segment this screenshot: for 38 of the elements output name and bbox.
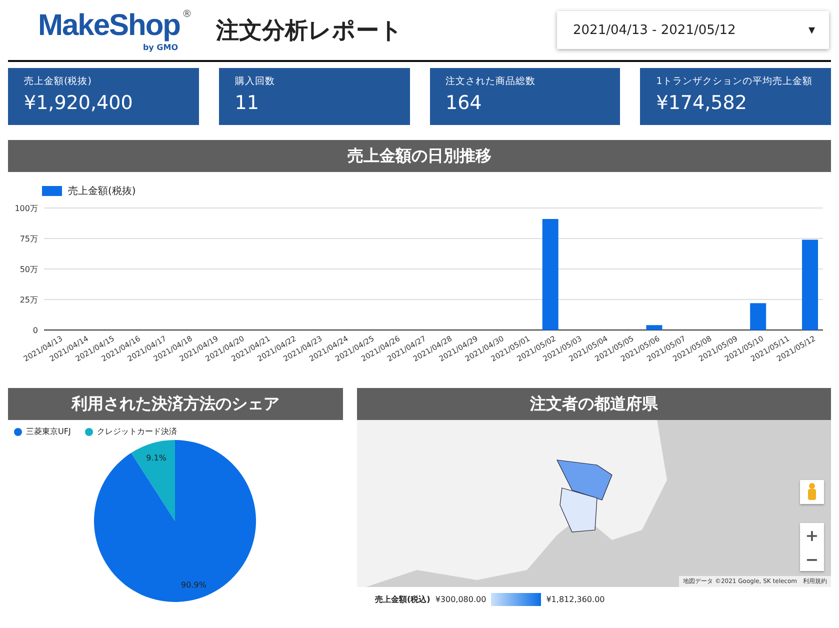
legend-label: 売上金額(税抜) <box>68 184 136 198</box>
kpi-label: 注文された商品総数 <box>446 75 536 88</box>
person-icon[interactable] <box>800 480 824 504</box>
kpi-label: 売上金額(税抜) <box>24 75 92 88</box>
legend-dot <box>14 428 22 436</box>
kpi-value: 164 <box>446 92 483 114</box>
date-range-dropdown[interactable]: 2021/04/13 - 2021/05/12 ▾ <box>557 11 829 49</box>
axis-tick-label: 25万 <box>20 296 38 304</box>
legend-label: 売上金額(税込) <box>375 594 430 605</box>
section-title: 売上金額の日別推移 <box>8 140 831 172</box>
bar <box>646 325 662 330</box>
kpi-label: 1トランザクションの平均売上金額 <box>656 75 814 88</box>
zoom-out-button[interactable]: − <box>800 547 824 571</box>
slice-label: 9.1% <box>146 453 166 462</box>
bar <box>750 303 766 330</box>
zoom-in-button[interactable]: + <box>800 523 824 547</box>
registered-mark: ® <box>182 8 192 20</box>
axis-tick-label: 100万 <box>14 204 38 213</box>
kpi-label: 購入回数 <box>234 75 276 88</box>
axis-tick-label: 0 <box>32 326 38 335</box>
legend-min: ¥300,080.00 <box>435 595 486 604</box>
gradient-scale <box>491 593 542 606</box>
logo-byline: by GMO <box>142 42 178 52</box>
kpi-value: 11 <box>234 92 260 114</box>
legend-swatch <box>42 186 62 196</box>
axis-tick-label: 75万 <box>20 234 38 244</box>
report-title: 注文分析レポート <box>216 16 404 46</box>
kpi-value: ¥174,582 <box>656 92 748 114</box>
legend-label: クレジットカード決済 <box>96 426 177 437</box>
legend-label: 三菱東京UFJ <box>26 426 71 437</box>
legend-max: ¥1,812,360.00 <box>546 595 605 604</box>
section-title: 利用された決済方法のシェア <box>8 388 343 420</box>
legend-dot <box>84 428 93 436</box>
axis-tick-label: 50万 <box>20 265 38 274</box>
brand-logo: MakeShop <box>38 8 180 42</box>
kpi-value: ¥1,920,400 <box>24 92 134 114</box>
section-title: 注文者の都道府県 <box>357 388 831 420</box>
slice-label: 90.9% <box>181 580 206 590</box>
